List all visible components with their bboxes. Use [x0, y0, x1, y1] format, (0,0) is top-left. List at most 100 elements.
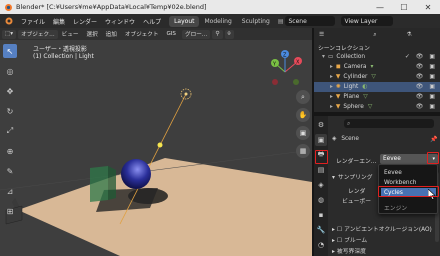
engine-option-eevee[interactable]: Eevee	[381, 168, 436, 177]
visibility-icons[interactable]: 👁 ▣	[416, 103, 437, 110]
light-object[interactable]	[180, 88, 192, 100]
navigation-gizmo[interactable]	[271, 50, 302, 85]
sphere-object[interactable]	[121, 159, 151, 189]
ao-panel-row[interactable]: ▸ ☐ アンビエントオクルージョン(AO)	[332, 224, 432, 233]
menu-window[interactable]: ウィンドウ	[101, 17, 139, 26]
add-cube-tool-icon[interactable]: ⊞	[3, 204, 17, 218]
outliner-item-sphere[interactable]: ▸ ▼ Sphere ▽ 👁 ▣	[314, 102, 440, 112]
camera-icon: ◼	[335, 64, 341, 70]
outliner-search-icon[interactable]: ⌕	[373, 32, 376, 39]
outliner-panel: ☰ ⌕ ⚗ シーンコレクション ▾ ▭ Collection ✓ 👁 ▣ ▸ ◼…	[314, 28, 440, 112]
pin-icon[interactable]: 📌	[430, 136, 437, 143]
move-tool-icon[interactable]: ✥	[3, 84, 17, 98]
blender-menu-icon[interactable]	[3, 16, 15, 26]
render-samples-label: レンダ	[348, 189, 366, 195]
scene-selector[interactable]: Scene	[285, 16, 336, 26]
render-tab-icon[interactable]: ▣	[315, 134, 327, 146]
tab-modeling[interactable]: Modeling	[199, 16, 236, 27]
visibility-icons[interactable]: 👁 ▣	[416, 63, 437, 70]
light-target-handle[interactable]	[157, 142, 163, 148]
menu-object[interactable]: オブジェクト	[121, 30, 163, 38]
collection-icon: ▭	[327, 54, 334, 60]
properties-search[interactable]: ⌕	[344, 119, 434, 128]
menu-add[interactable]: 追加	[102, 30, 121, 38]
scene-tab-icon[interactable]: ◈	[315, 179, 327, 191]
snap-icon[interactable]: ⌾	[224, 29, 234, 39]
menu-edit[interactable]: 編集	[49, 17, 69, 26]
visibility-icons[interactable]: ✓ 👁 ▣	[405, 53, 437, 60]
mesh-icon: ▼	[335, 94, 341, 100]
mesh-icon: ▼	[335, 74, 341, 80]
menu-help[interactable]: ヘルプ	[139, 17, 165, 26]
world-tab-icon[interactable]: ◍	[315, 194, 327, 206]
transform-tool-icon[interactable]: ⊕	[3, 144, 17, 158]
tab-layout[interactable]: Layout	[169, 15, 200, 27]
dropdown-footer-label: エンジン	[384, 206, 408, 212]
ao-label: アンビエントオクルージョン(AO)	[344, 227, 432, 233]
outliner-item-light[interactable]: ▸ ✺ Light ◐ 👁 ▣	[314, 82, 440, 92]
gizmo-x-label: X	[296, 60, 300, 66]
properties-tab-column: ⚙ ▣ 🖶 ▤ ◈ ◍ ▪ 🔧 ◔	[314, 116, 328, 256]
sampling-row[interactable]: ▾ サンプリング	[332, 172, 373, 181]
scale-tool-icon[interactable]: ⤢	[3, 124, 17, 138]
visibility-icons[interactable]: 👁 ▣	[416, 73, 437, 80]
menu-select[interactable]: 選択	[82, 30, 101, 38]
camera-view-icon[interactable]: ▣	[296, 126, 310, 140]
rotate-tool-icon[interactable]: ↻	[3, 104, 17, 118]
cube-object[interactable]	[90, 166, 108, 202]
view-layer-selector[interactable]: View Layer	[341, 16, 394, 26]
outliner-item-plane[interactable]: ▸ ▼ Plane ▽ 👁 ▣	[314, 92, 440, 102]
modifier-tab-icon[interactable]: 🔧	[315, 224, 327, 236]
expand-icon[interactable]: ▾	[322, 54, 325, 60]
view-layer-tab-icon[interactable]: ▤	[315, 164, 327, 176]
menu-render[interactable]: レンダー	[69, 17, 101, 26]
outliner-editor-icon[interactable]: ☰	[319, 32, 324, 38]
mode-selector[interactable]: オブジェク…	[18, 29, 58, 39]
zoom-icon[interactable]: ⌕	[296, 90, 310, 104]
visibility-icons[interactable]: 👁 ▣	[416, 83, 437, 90]
tool-tab-icon[interactable]: ⚙	[315, 119, 327, 131]
bloom-label: ブルーム	[344, 238, 368, 244]
collection-row[interactable]: ▾ ▭ Collection ✓ 👁 ▣	[314, 52, 440, 62]
checkbox-icon[interactable]: ☐	[337, 227, 342, 233]
scene-collection-row[interactable]: シーンコレクション	[314, 42, 440, 52]
collection-info: (1) Collection | Light	[33, 53, 94, 60]
editor-type-button[interactable]: ⬚▾	[2, 29, 17, 39]
outliner-label-cylinder: Cylinder	[343, 74, 368, 80]
search-icon: ⌕	[347, 119, 351, 127]
tool-shelf: ↖ ◎ ✥ ↻ ⤢ ⊕ ✎ ⊿ ⊞	[3, 44, 19, 224]
close-button[interactable]: ✕	[416, 0, 440, 14]
floor-plane[interactable]	[18, 158, 312, 256]
mesh-icon: ▼	[335, 104, 341, 110]
menu-view[interactable]: ビュー	[58, 30, 83, 38]
perspective-grid-icon[interactable]: ▦	[296, 144, 310, 158]
measure-tool-icon[interactable]: ⊿	[3, 184, 17, 198]
checkbox-icon[interactable]: ☐	[337, 238, 342, 244]
scene-render: X Y Z	[0, 50, 312, 256]
menu-file[interactable]: ファイル	[17, 17, 49, 26]
select-tool-icon[interactable]: ↖	[3, 44, 17, 58]
pivot-icon[interactable]: ⚲	[212, 29, 223, 39]
3d-viewport[interactable]: ⬚▾ オブジェク… ビュー 選択 追加 オブジェクト GIS グロー… ⚲ ⌾	[0, 28, 312, 256]
menu-gis[interactable]: GIS	[162, 31, 180, 37]
transform-orientation[interactable]: グロー…	[182, 29, 211, 39]
filter-icon[interactable]: ⚗	[406, 32, 411, 38]
pan-hand-icon[interactable]: ✋	[296, 108, 310, 122]
annotate-tool-icon[interactable]: ✎	[3, 164, 17, 178]
outliner-item-cylinder[interactable]: ▸ ▼ Cylinder ▽ 👁 ▣	[314, 72, 440, 82]
visibility-icons[interactable]: 👁 ▣	[416, 93, 437, 100]
bloom-panel-row[interactable]: ▸ ☐ ブルーム	[332, 235, 367, 244]
maximize-button[interactable]: ☐	[392, 0, 416, 14]
minimize-button[interactable]: —	[368, 0, 392, 14]
outliner-item-camera[interactable]: ▸ ◼ Camera ▾ 👁 ▣	[314, 62, 440, 72]
cursor-tool-icon[interactable]: ◎	[3, 64, 17, 78]
tab-sculpting[interactable]: Sculpting	[237, 16, 275, 27]
light-icon: ✺	[335, 84, 341, 90]
object-tab-icon[interactable]: ▪	[315, 209, 327, 221]
outliner-label-light: Light	[343, 84, 359, 90]
data-tab-icon[interactable]: ◔	[315, 239, 327, 251]
dof-panel-row[interactable]: ▸ 被写界深度	[332, 246, 366, 255]
title-bar: Blender* [C:¥Users¥me¥AppData¥Local¥Temp…	[0, 0, 440, 14]
outliner-label-plane: Plane	[343, 94, 360, 100]
viewport-header: ⬚▾ オブジェク… ビュー 選択 追加 オブジェクト GIS グロー… ⚲ ⌾	[0, 28, 312, 40]
